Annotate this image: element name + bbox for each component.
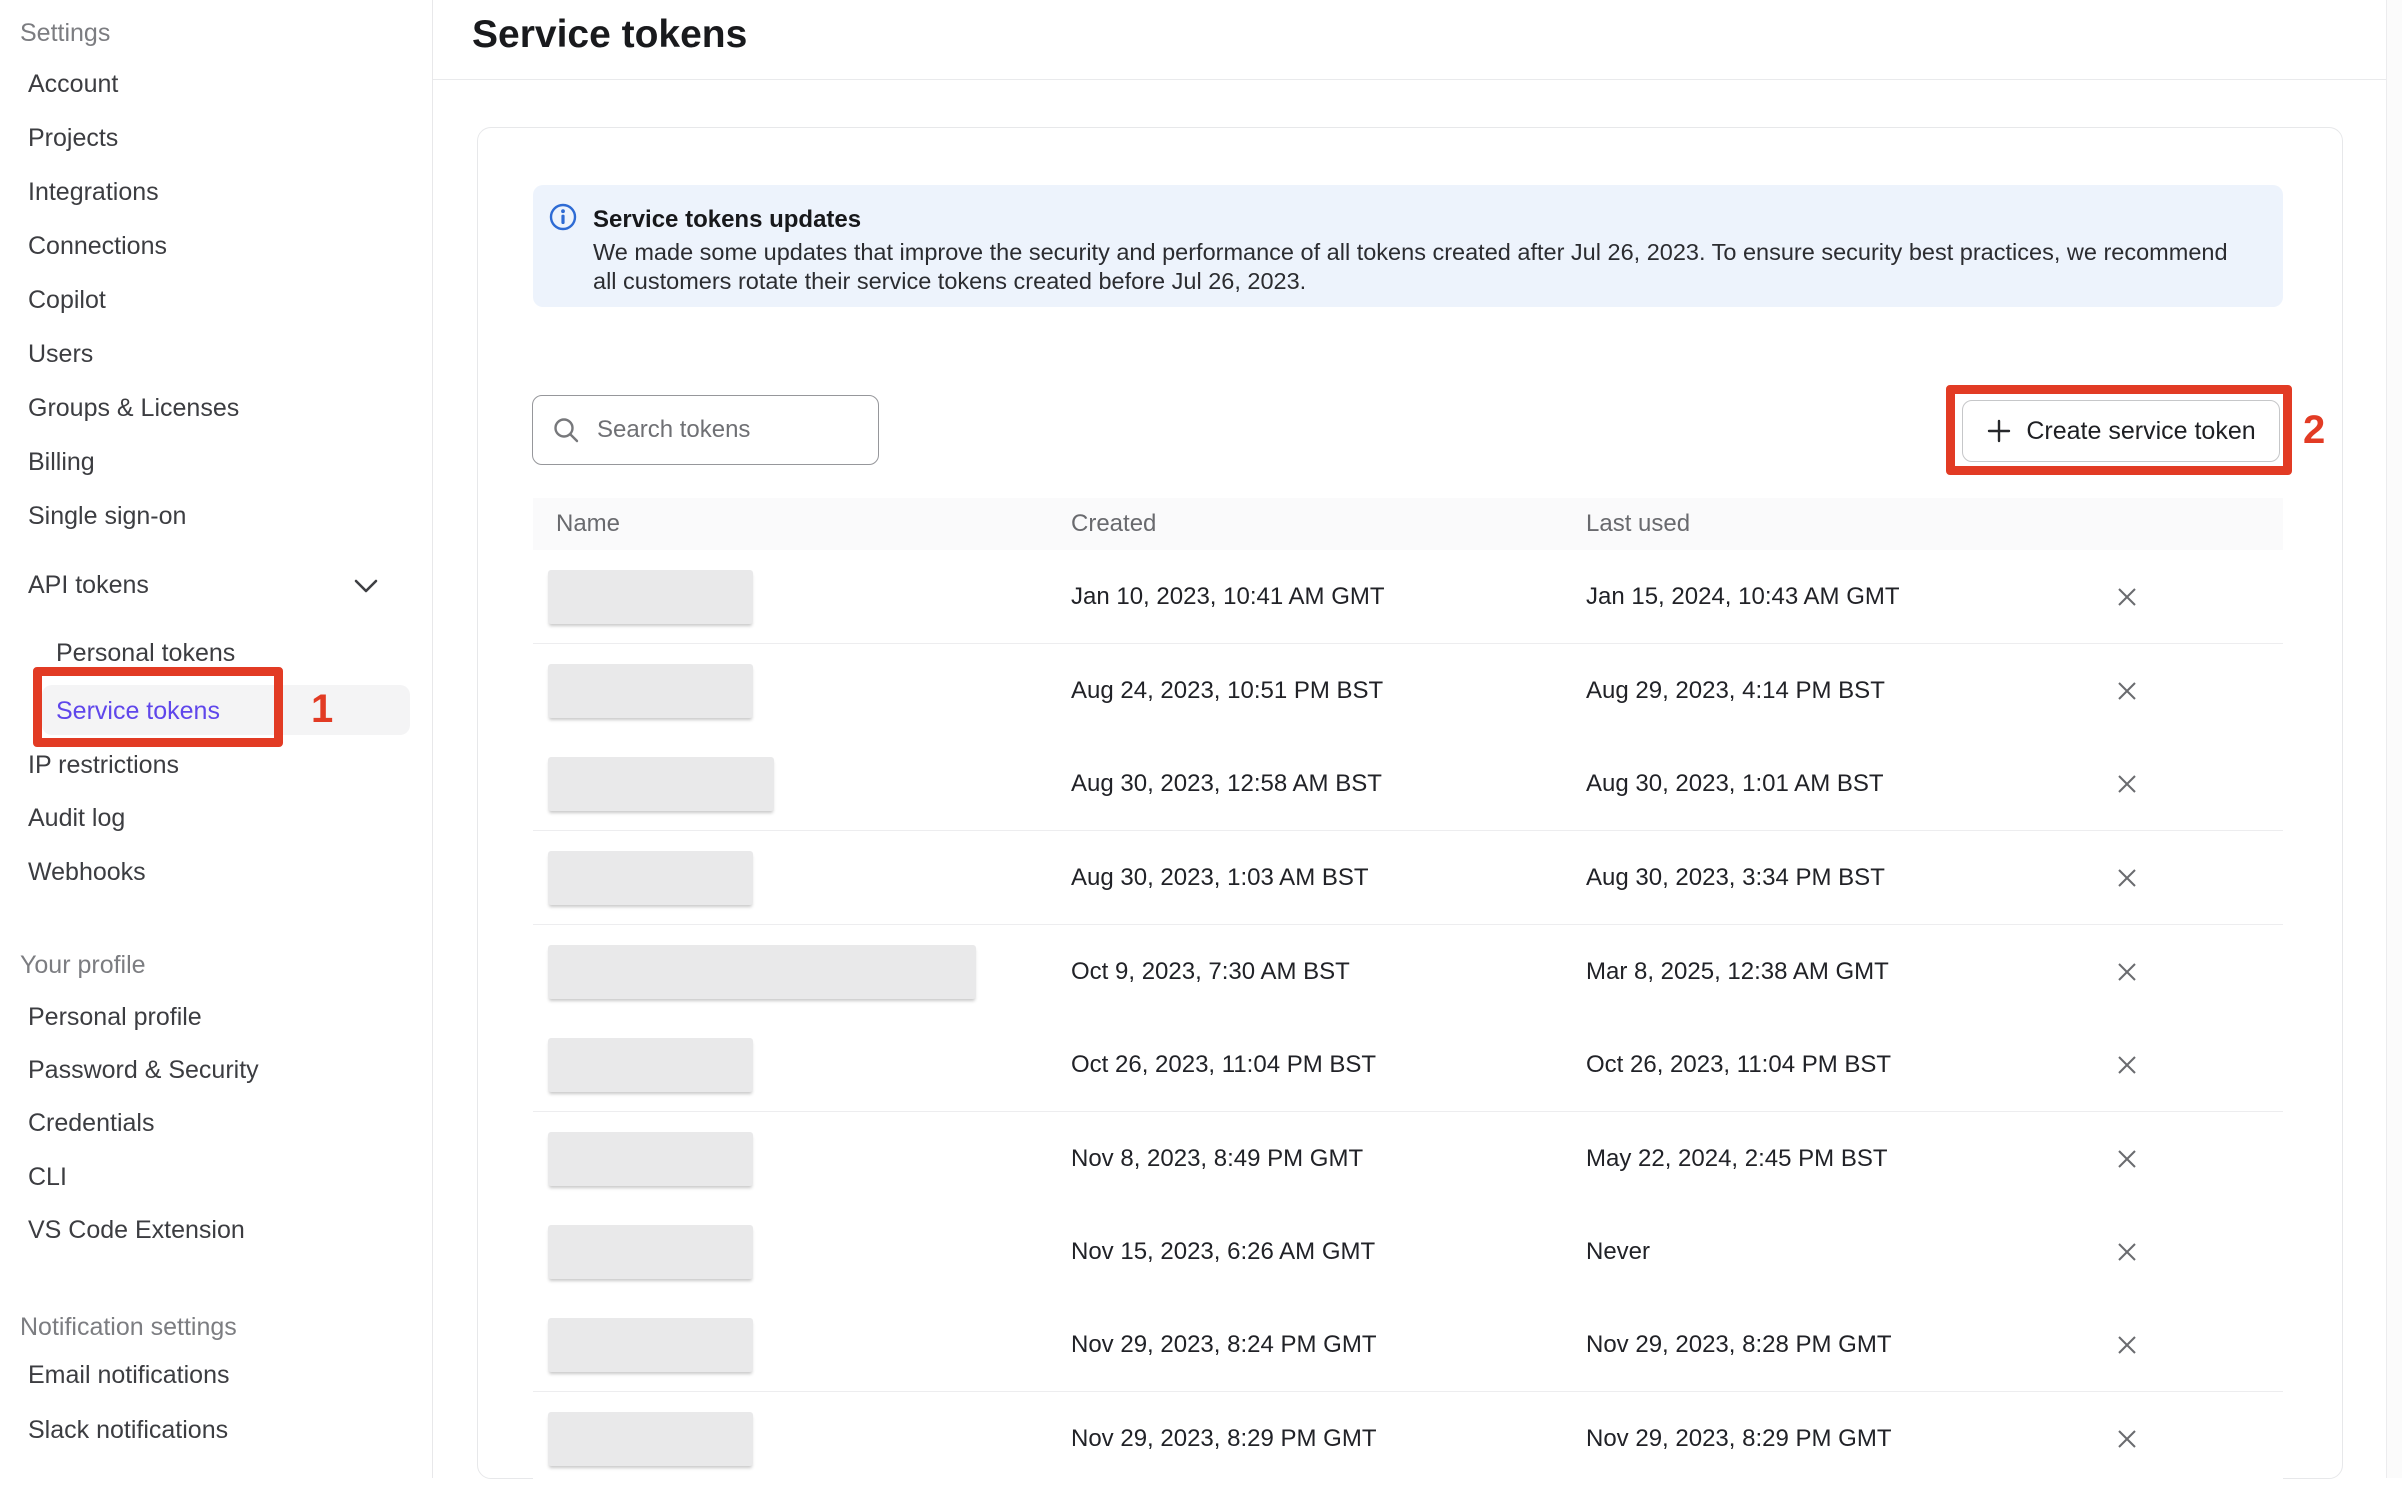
scrollbar-track[interactable] (2386, 0, 2402, 1478)
table-row: Nov 15, 2023, 6:26 AM GMT Never (533, 1205, 2283, 1299)
token-name-placeholder (548, 1225, 753, 1279)
search-input[interactable] (532, 395, 879, 465)
chevron-down-icon[interactable] (353, 576, 379, 596)
last-used-cell: Aug 30, 2023, 3:34 PM BST (1586, 864, 1885, 892)
token-name-placeholder (548, 1412, 753, 1466)
sidebar-item-connections[interactable]: Connections (28, 231, 167, 261)
token-name-placeholder (548, 945, 976, 999)
token-name-placeholder (548, 851, 753, 905)
banner-title: Service tokens updates (593, 206, 861, 234)
delete-token-icon[interactable] (2116, 961, 2138, 983)
token-name-placeholder (548, 1132, 753, 1186)
banner-body: We made some updates that improve the se… (593, 238, 2243, 296)
sidebar-item-single-sign-on[interactable]: Single sign-on (28, 501, 186, 531)
token-name-placeholder (548, 1318, 753, 1372)
annotation-step-2: 2 (2303, 410, 2325, 450)
sidebar-item-vs-code-extension[interactable]: VS Code Extension (28, 1215, 245, 1245)
search-tokens-field (532, 395, 879, 465)
token-name-placeholder (548, 1038, 753, 1092)
last-used-cell: Mar 8, 2025, 12:38 AM GMT (1586, 958, 1889, 986)
settings-sidebar: Settings Account Projects Integrations C… (0, 0, 433, 1478)
info-icon (549, 203, 577, 231)
created-cell: Oct 9, 2023, 7:30 AM BST (1071, 958, 1350, 986)
delete-token-icon[interactable] (2116, 867, 2138, 889)
created-cell: Nov 15, 2023, 6:26 AM GMT (1071, 1238, 1375, 1266)
created-cell: Nov 29, 2023, 8:29 PM GMT (1071, 1425, 1376, 1453)
annotation-box-1 (33, 667, 283, 747)
page-title: Service tokens (472, 13, 747, 57)
table-row: Aug 30, 2023, 1:03 AM BST Aug 30, 2023, … (533, 831, 2283, 925)
created-cell: Nov 8, 2023, 8:49 PM GMT (1071, 1145, 1363, 1173)
sidebar-item-credentials[interactable]: Credentials (28, 1108, 154, 1138)
last-used-cell: Aug 29, 2023, 4:14 PM BST (1586, 677, 1885, 705)
sidebar-item-integrations[interactable]: Integrations (28, 177, 159, 207)
table-row: Nov 29, 2023, 8:24 PM GMT Nov 29, 2023, … (533, 1298, 2283, 1392)
sidebar-header-your-profile: Your profile (20, 950, 146, 980)
title-divider (433, 79, 2386, 80)
delete-token-icon[interactable] (2116, 1334, 2138, 1356)
created-cell: Aug 30, 2023, 1:03 AM BST (1071, 864, 1369, 892)
delete-token-icon[interactable] (2116, 1241, 2138, 1263)
table-row: Aug 24, 2023, 10:51 PM BST Aug 29, 2023,… (533, 644, 2283, 738)
sidebar-item-webhooks[interactable]: Webhooks (28, 857, 146, 887)
delete-token-icon[interactable] (2116, 1054, 2138, 1076)
sidebar-item-personal-tokens[interactable]: Personal tokens (56, 638, 235, 668)
created-cell: Aug 24, 2023, 10:51 PM BST (1071, 677, 1383, 705)
sidebar-item-groups-licenses[interactable]: Groups & Licenses (28, 393, 239, 423)
sidebar-item-slack-notifications[interactable]: Slack notifications (28, 1415, 228, 1445)
sidebar-item-billing[interactable]: Billing (28, 447, 95, 477)
last-used-cell: Jan 15, 2024, 10:43 AM GMT (1586, 583, 1900, 611)
sidebar-item-personal-profile[interactable]: Personal profile (28, 1002, 202, 1032)
token-name-placeholder (548, 570, 753, 624)
created-cell: Aug 30, 2023, 12:58 AM BST (1071, 770, 1382, 798)
sidebar-item-audit-log[interactable]: Audit log (28, 803, 125, 833)
created-cell: Jan 10, 2023, 10:41 AM GMT (1071, 583, 1385, 611)
last-used-cell: Oct 26, 2023, 11:04 PM BST (1586, 1051, 1891, 1079)
last-used-cell: Aug 30, 2023, 1:01 AM BST (1586, 770, 1884, 798)
table-row: Oct 9, 2023, 7:30 AM BST Mar 8, 2025, 12… (533, 925, 2283, 1019)
last-used-cell: Nov 29, 2023, 8:29 PM GMT (1586, 1425, 1891, 1453)
column-header-name: Name (556, 510, 620, 538)
annotation-box-2 (1946, 385, 2292, 475)
sidebar-header-settings: Settings (20, 18, 110, 48)
table-header: Name Created Last used (533, 498, 2283, 550)
token-name-placeholder (548, 757, 774, 811)
delete-token-icon[interactable] (2116, 1428, 2138, 1450)
sidebar-item-account[interactable]: Account (28, 69, 118, 99)
table-row: Nov 29, 2023, 8:29 PM GMT Nov 29, 2023, … (533, 1392, 2283, 1486)
delete-token-icon[interactable] (2116, 773, 2138, 795)
sidebar-item-projects[interactable]: Projects (28, 123, 118, 153)
delete-token-icon[interactable] (2116, 1148, 2138, 1170)
table-row: Jan 10, 2023, 10:41 AM GMT Jan 15, 2024,… (533, 550, 2283, 644)
delete-token-icon[interactable] (2116, 680, 2138, 702)
sidebar-item-copilot[interactable]: Copilot (28, 285, 106, 315)
last-used-cell: Nov 29, 2023, 8:28 PM GMT (1586, 1331, 1891, 1359)
sidebar-item-cli[interactable]: CLI (28, 1162, 67, 1192)
sidebar-item-users[interactable]: Users (28, 339, 93, 369)
sidebar-item-email-notifications[interactable]: Email notifications (28, 1360, 229, 1390)
token-name-placeholder (548, 664, 753, 718)
table-row: Oct 26, 2023, 11:04 PM BST Oct 26, 2023,… (533, 1018, 2283, 1112)
last-used-cell: May 22, 2024, 2:45 PM BST (1586, 1145, 1888, 1173)
sidebar-item-ip-restrictions[interactable]: IP restrictions (28, 750, 179, 780)
created-cell: Oct 26, 2023, 11:04 PM BST (1071, 1051, 1376, 1079)
created-cell: Nov 29, 2023, 8:24 PM GMT (1071, 1331, 1376, 1359)
table-row: Nov 8, 2023, 8:49 PM GMT May 22, 2024, 2… (533, 1112, 2283, 1206)
last-used-cell: Never (1586, 1238, 1650, 1266)
annotation-step-1: 1 (311, 689, 333, 729)
delete-token-icon[interactable] (2116, 586, 2138, 608)
sidebar-header-notification-settings: Notification settings (20, 1312, 237, 1342)
column-header-created: Created (1071, 510, 1156, 538)
sidebar-item-password-security[interactable]: Password & Security (28, 1055, 259, 1085)
table-row: Aug 30, 2023, 12:58 AM BST Aug 30, 2023,… (533, 737, 2283, 831)
column-header-last-used: Last used (1586, 510, 1690, 538)
sidebar-group-api-tokens[interactable]: API tokens (28, 570, 149, 600)
